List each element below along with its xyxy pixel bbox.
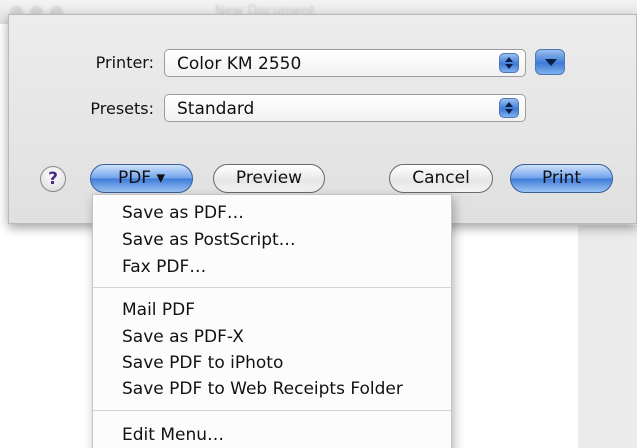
help-button[interactable]: ? <box>40 166 66 192</box>
menu-item-fax-pdf[interactable]: Fax PDF… <box>122 257 206 277</box>
menu-separator <box>93 287 451 288</box>
menu-item-edit-menu[interactable]: Edit Menu… <box>122 425 224 445</box>
pdf-button[interactable]: PDF ▾ <box>90 164 193 193</box>
menu-item-save-as-pdf[interactable]: Save as PDF… <box>122 203 244 223</box>
menu-item-save-pdf-to-iphoto[interactable]: Save PDF to iPhoto <box>122 353 283 373</box>
preview-button[interactable]: Preview <box>213 164 325 193</box>
cancel-button[interactable]: Cancel <box>389 164 493 193</box>
menu-item-save-pdf-to-web-receipts[interactable]: Save PDF to Web Receipts Folder <box>122 379 403 399</box>
presets-value: Standard <box>177 99 255 119</box>
printer-popup[interactable]: Color KM 2550 <box>164 49 526 77</box>
menu-item-mail-pdf[interactable]: Mail PDF <box>122 300 195 320</box>
presets-label: Presets: <box>90 99 154 118</box>
menu-item-save-as-pdf-x[interactable]: Save as PDF-X <box>122 327 244 347</box>
up-down-arrows-icon <box>499 98 519 118</box>
disclosure-button[interactable] <box>535 49 565 75</box>
pdf-menu: Save as PDF… Save as PostScript… Fax PDF… <box>92 194 452 448</box>
presets-popup[interactable]: Standard <box>164 94 526 122</box>
printer-label: Printer: <box>95 53 154 72</box>
print-button[interactable]: Print <box>510 164 613 193</box>
menu-item-save-as-postscript[interactable]: Save as PostScript… <box>122 230 296 250</box>
up-down-arrows-icon <box>499 53 519 73</box>
menu-separator <box>93 410 451 411</box>
printer-value: Color KM 2550 <box>177 54 302 74</box>
background-side-panel <box>578 225 637 448</box>
